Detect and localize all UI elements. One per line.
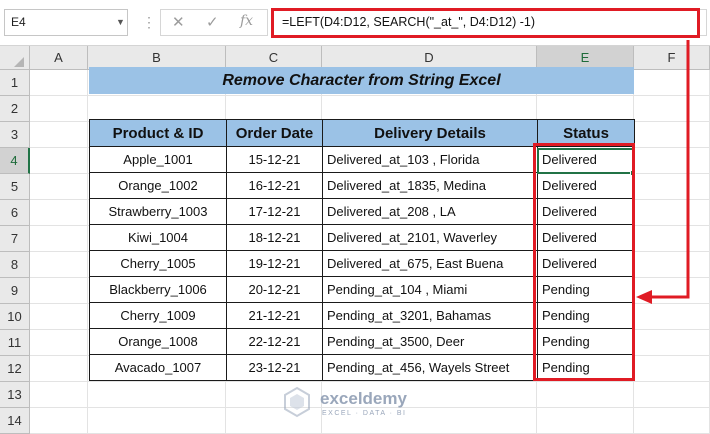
table-cell[interactable]: Kiwi_1004 <box>89 224 227 251</box>
select-all-triangle-icon <box>14 57 24 67</box>
row-header-12[interactable]: 12 <box>0 356 30 382</box>
check-icon[interactable]: ✓ <box>206 13 219 31</box>
table-cell[interactable]: Delivered_at_2101, Waverley <box>322 224 538 251</box>
watermark-tagline: EXCEL · DATA · BI <box>322 410 407 417</box>
table-cell[interactable]: 23-12-21 <box>226 354 323 381</box>
table-cell[interactable]: Strawberry_1003 <box>89 198 227 225</box>
column-header-f[interactable]: F <box>634 46 710 70</box>
status-highlight-box <box>533 143 635 381</box>
table-cell[interactable]: 20-12-21 <box>226 276 323 303</box>
table-cell[interactable]: 21-12-21 <box>226 302 323 329</box>
table-cell[interactable]: Delivered_at_675, East Buena <box>322 250 538 277</box>
formula-bar-splitter[interactable]: ⋮ <box>142 14 156 31</box>
table-cell[interactable]: Avacado_1007 <box>89 354 227 381</box>
row-header-8[interactable]: 8 <box>0 252 30 278</box>
row-header-2[interactable]: 2 <box>0 96 30 122</box>
table-header-cell[interactable]: Order Date <box>226 119 323 147</box>
row-header-6[interactable]: 6 <box>0 200 30 226</box>
table-cell[interactable]: 17-12-21 <box>226 198 323 225</box>
row-header-10[interactable]: 10 <box>0 304 30 330</box>
close-icon[interactable]: ✕ <box>172 13 185 31</box>
fx-icon[interactable]: fx <box>240 13 253 29</box>
table-cell[interactable]: Pending_at_104 , Miami <box>322 276 538 303</box>
table-cell[interactable]: Cherry_1005 <box>89 250 227 277</box>
table-cell[interactable]: Delivered_at_208 , LA <box>322 198 538 225</box>
table-cell[interactable]: 16-12-21 <box>226 172 323 199</box>
table-cell[interactable]: Delivered_at_1835, Medina <box>322 172 538 199</box>
chevron-down-icon[interactable]: ▼ <box>116 9 125 36</box>
formula-highlight-box <box>271 8 700 38</box>
table-cell[interactable]: Pending_at_3500, Deer <box>322 328 538 355</box>
table-cell[interactable]: Delivered_at_103 , Florida <box>322 146 538 173</box>
row-header-14[interactable]: 14 <box>0 408 30 434</box>
table-cell[interactable]: Pending_at_3201, Bahamas <box>322 302 538 329</box>
table-cell[interactable]: Orange_1002 <box>89 172 227 199</box>
table-cell[interactable]: 22-12-21 <box>226 328 323 355</box>
row-header-1[interactable]: 1 <box>0 70 30 96</box>
table-cell[interactable]: 18-12-21 <box>226 224 323 251</box>
table-cell[interactable]: Blackberry_1006 <box>89 276 227 303</box>
table-cell[interactable]: Orange_1008 <box>89 328 227 355</box>
watermark-name: exceldemy <box>320 389 407 408</box>
row-header-13[interactable]: 13 <box>0 382 30 408</box>
table-cell[interactable]: Pending_at_456, Wayels Street <box>322 354 538 381</box>
gridline-horizontal <box>30 95 710 96</box>
table-cell[interactable]: 15-12-21 <box>226 146 323 173</box>
row-header-4[interactable]: 4 <box>0 148 30 174</box>
row-header-11[interactable]: 11 <box>0 330 30 356</box>
sheet-title[interactable]: Remove Character from String Excel <box>89 67 634 94</box>
gridline-horizontal <box>30 381 710 382</box>
row-header-9[interactable]: 9 <box>0 278 30 304</box>
table-cell[interactable]: 19-12-21 <box>226 250 323 277</box>
name-box[interactable]: E4 <box>4 9 128 36</box>
table-header-cell[interactable]: Product & ID <box>89 119 227 147</box>
column-header-a[interactable]: A <box>30 46 88 70</box>
table-cell[interactable]: Apple_1001 <box>89 146 227 173</box>
table-cell[interactable]: Cherry_1009 <box>89 302 227 329</box>
table-header-cell[interactable]: Delivery Details <box>322 119 538 147</box>
row-header-5[interactable]: 5 <box>0 174 30 200</box>
row-header-3[interactable]: 3 <box>0 122 30 148</box>
row-header-7[interactable]: 7 <box>0 226 30 252</box>
gridline-vertical <box>87 70 88 434</box>
